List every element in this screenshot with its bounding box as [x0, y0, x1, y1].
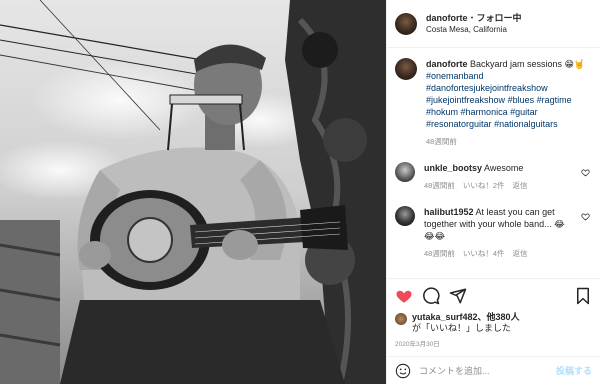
hashtag-link[interactable]: #onemanband — [426, 71, 484, 81]
comment-body: halibut1952 At least you can get togethe… — [424, 206, 574, 260]
hashtag-link[interactable]: #resonatorguitar — [426, 119, 492, 129]
comment-icon[interactable] — [422, 287, 440, 305]
post-photo[interactable] — [0, 0, 386, 384]
hashtag-link[interactable]: #danofortesjukejointfreakshow — [426, 83, 548, 93]
heart-filled-icon[interactable] — [395, 287, 413, 305]
hashtag-list: #onemanband #danofortesjukejointfreaksho… — [426, 70, 592, 130]
commenter-username[interactable]: unkle_bootsy — [424, 163, 482, 173]
caption-body: danoforte Backyard jam sessions 😁🤘 #onem… — [426, 58, 592, 148]
hashtag-link[interactable]: #harmonica — [461, 107, 508, 117]
likes-count[interactable]: 、他380人 — [478, 312, 520, 322]
hashtag-link[interactable]: #hokum — [426, 107, 458, 117]
comment-likes[interactable]: いいね！2件 — [463, 180, 505, 192]
comments-section: danoforte Backyard jam sessions 😁🤘 #onem… — [387, 48, 600, 278]
author-username[interactable]: danoforte — [426, 13, 468, 23]
author-avatar[interactable] — [395, 12, 417, 35]
post-comment-button[interactable]: 投稿する — [556, 364, 592, 377]
likes-summary: yutaka_surf482、他380人 が「いいね！」しました — [387, 312, 600, 340]
follow-button[interactable]: フォロー中 — [477, 13, 522, 23]
add-comment-bar: 投稿する — [387, 356, 600, 384]
liker-avatar[interactable] — [395, 313, 407, 325]
caption: danoforte Backyard jam sessions 😁🤘 #onem… — [395, 58, 592, 148]
smile-icon[interactable] — [395, 363, 411, 379]
location-link[interactable]: Costa Mesa, California — [426, 24, 522, 36]
bookmark-icon[interactable] — [574, 287, 592, 305]
comment-meta: 48週間前 いいね！2件 返信 — [424, 180, 574, 192]
commenter-username[interactable]: halibut1952 — [424, 207, 474, 217]
comment-time[interactable]: 48週間前 — [424, 248, 455, 260]
post-header: danoforte・フォロー中 Costa Mesa, California — [387, 0, 600, 48]
hashtag-link[interactable]: #guitar — [510, 107, 538, 117]
comment-input[interactable] — [419, 365, 556, 376]
instagram-post: danoforte・フォロー中 Costa Mesa, California d… — [0, 0, 600, 384]
header-text: danoforte・フォロー中 Costa Mesa, California — [426, 12, 522, 36]
comment-item: halibut1952 At least you can get togethe… — [395, 206, 592, 260]
hashtag-link[interactable]: #ragtime — [537, 95, 572, 105]
commenter-avatar[interactable] — [395, 162, 415, 182]
photo-musician-with-guitar — [0, 0, 386, 384]
caption-username[interactable]: danoforte — [426, 59, 468, 69]
hashtag-link[interactable]: #blues — [508, 95, 535, 105]
comment-time[interactable]: 48週間前 — [424, 180, 455, 192]
comment-likes[interactable]: いいね！4件 — [463, 248, 505, 260]
comment-like-heart-icon[interactable] — [581, 212, 590, 221]
comment-text: Awesome — [484, 163, 524, 173]
post-date[interactable]: 2020年3月30日 — [387, 340, 600, 356]
share-icon[interactable] — [449, 287, 467, 305]
liker-username[interactable]: yutaka_surf482 — [412, 312, 478, 322]
post-sidebar: danoforte・フォロー中 Costa Mesa, California d… — [386, 0, 600, 384]
caption-time[interactable]: 48週間前 — [426, 136, 592, 148]
action-bar — [387, 278, 600, 312]
likes-text: yutaka_surf482、他380人 が「いいね！」しました — [412, 312, 520, 334]
separator-dot: ・ — [467, 12, 477, 23]
caption-avatar[interactable] — [395, 58, 417, 80]
comment-item: unkle_bootsy Awesome 48週間前 いいね！2件 返信 — [395, 162, 592, 192]
comment-meta: 48週間前 いいね！4件 返信 — [424, 248, 574, 260]
reply-button[interactable]: 返信 — [513, 248, 528, 260]
comment-like-heart-icon[interactable] — [581, 168, 590, 177]
caption-text: Backyard jam sessions 😁🤘 — [470, 59, 586, 69]
comment-body: unkle_bootsy Awesome 48週間前 いいね！2件 返信 — [424, 162, 574, 192]
reply-button[interactable]: 返信 — [513, 180, 528, 192]
likes-suffix: が「いいね！」しました — [412, 323, 512, 333]
hashtag-link[interactable]: #jukejointfreakshow — [426, 95, 505, 105]
hashtag-link[interactable]: #nationalguitars — [494, 119, 558, 129]
commenter-avatar[interactable] — [395, 206, 415, 226]
